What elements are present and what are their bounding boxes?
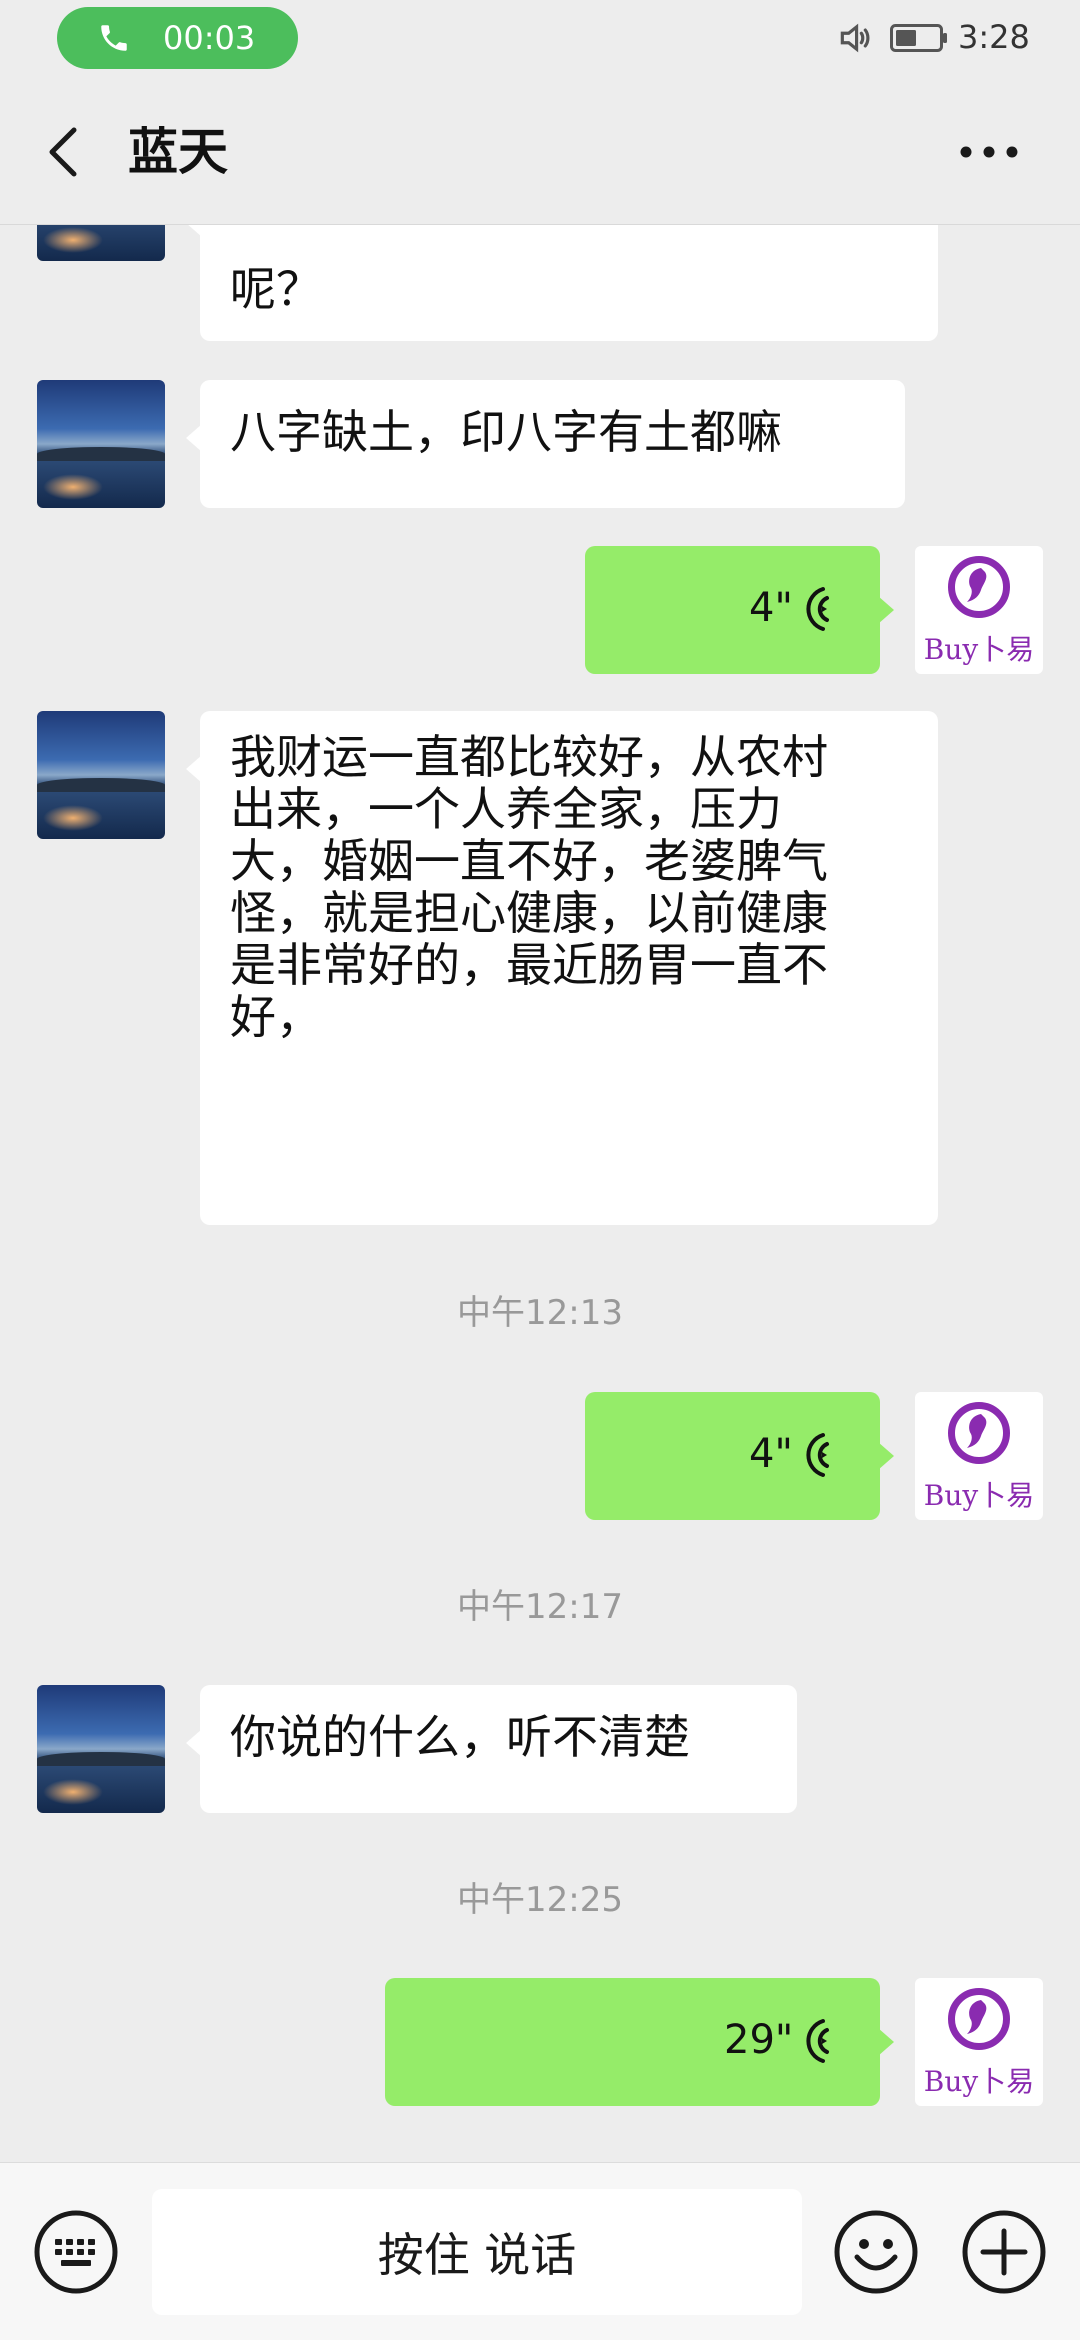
contact-avatar[interactable] [37,1685,165,1813]
chat-title: 蓝天 [128,123,228,181]
ongoing-call-pill[interactable]: 00:03 [57,7,298,69]
voice-duration: 4" [749,585,793,631]
brand-name: Buy卜易 [923,633,1035,666]
contact-avatar[interactable] [37,711,165,839]
face-silhouette-icon [967,2000,987,2034]
message-text: 你说的什么，听不清楚 [230,1710,690,1764]
timestamp: 中午12:17 [457,1587,623,1627]
face-silhouette-icon [967,1414,987,1448]
phone-icon [101,25,127,51]
message-bubble[interactable]: 八字缺土，印八字有土都嘛 [186,380,905,508]
voice-wave-icon [806,587,829,631]
voice-message-bubble[interactable]: 4" [585,1392,894,1520]
message-bubble[interactable]: 我财运一直都比较好，从农村 出来，一个人养全家，压力 大，婚姻一直不好，老婆脾气… [186,711,938,1225]
self-avatar[interactable]: Buy卜易 [915,1978,1043,2106]
contact-avatar[interactable] [37,225,165,261]
call-duration: 00:03 [163,19,256,57]
timestamp: 中午12:25 [457,1880,623,1920]
voice-message-bubble[interactable]: 4" [585,546,894,674]
message-list[interactable]: 呢？ 八字缺土，印八字有土都嘛 4" Buy卜易 我财运一直都比较好，从农村 出… [0,225,1080,2162]
message-text-line: 是非常好的，最近肠胃一直不 [230,938,828,992]
emoji-icon[interactable] [833,2209,919,2295]
self-avatar[interactable]: Buy卜易 [915,546,1043,674]
message-text-line: 我财运一直都比较好，从农村 [230,730,828,784]
more-dots-icon[interactable] [958,140,1020,164]
speaker-icon [840,23,870,53]
message-bubble[interactable]: 呢？ [186,225,938,341]
message-text-line: 大，婚姻一直不好，老婆脾气 [230,834,828,888]
battery-icon [890,24,947,52]
chat-input-bar: 按住 说话 [0,2162,1080,2340]
timestamp: 中午12:13 [457,1293,623,1333]
voice-duration: 4" [749,1431,793,1477]
message-text: 呢？ [230,262,322,316]
status-clock: 3:28 [958,18,1030,56]
brand-name: Buy卜易 [923,2065,1035,2098]
voice-wave-icon [806,1433,829,1477]
voice-wave-icon [806,2019,829,2063]
brand-name: Buy卜易 [923,1479,1035,1512]
contact-avatar[interactable] [37,380,165,508]
self-avatar[interactable]: Buy卜易 [915,1392,1043,1520]
face-silhouette-icon [967,568,987,602]
message-text-line: 出来，一个人养全家，压力 [230,782,782,836]
message-text-line: 好， [230,990,322,1044]
status-bar: 00:03 3:28 [0,0,1080,76]
chat-header: 蓝天 [0,76,1080,226]
plus-icon[interactable] [961,2209,1047,2295]
chevron-left-icon[interactable] [40,122,90,182]
hold-to-talk-button[interactable]: 按住 说话 [152,2189,802,2315]
message-text-line: 怪，就是担心健康，以前健康 [230,886,828,940]
voice-message-bubble[interactable]: 29" [385,1978,894,2106]
keyboard-icon[interactable] [33,2209,119,2295]
voice-duration: 29" [724,2017,794,2063]
message-bubble[interactable]: 你说的什么，听不清楚 [186,1685,797,1813]
message-text: 八字缺土，印八字有土都嘛 [230,405,782,459]
